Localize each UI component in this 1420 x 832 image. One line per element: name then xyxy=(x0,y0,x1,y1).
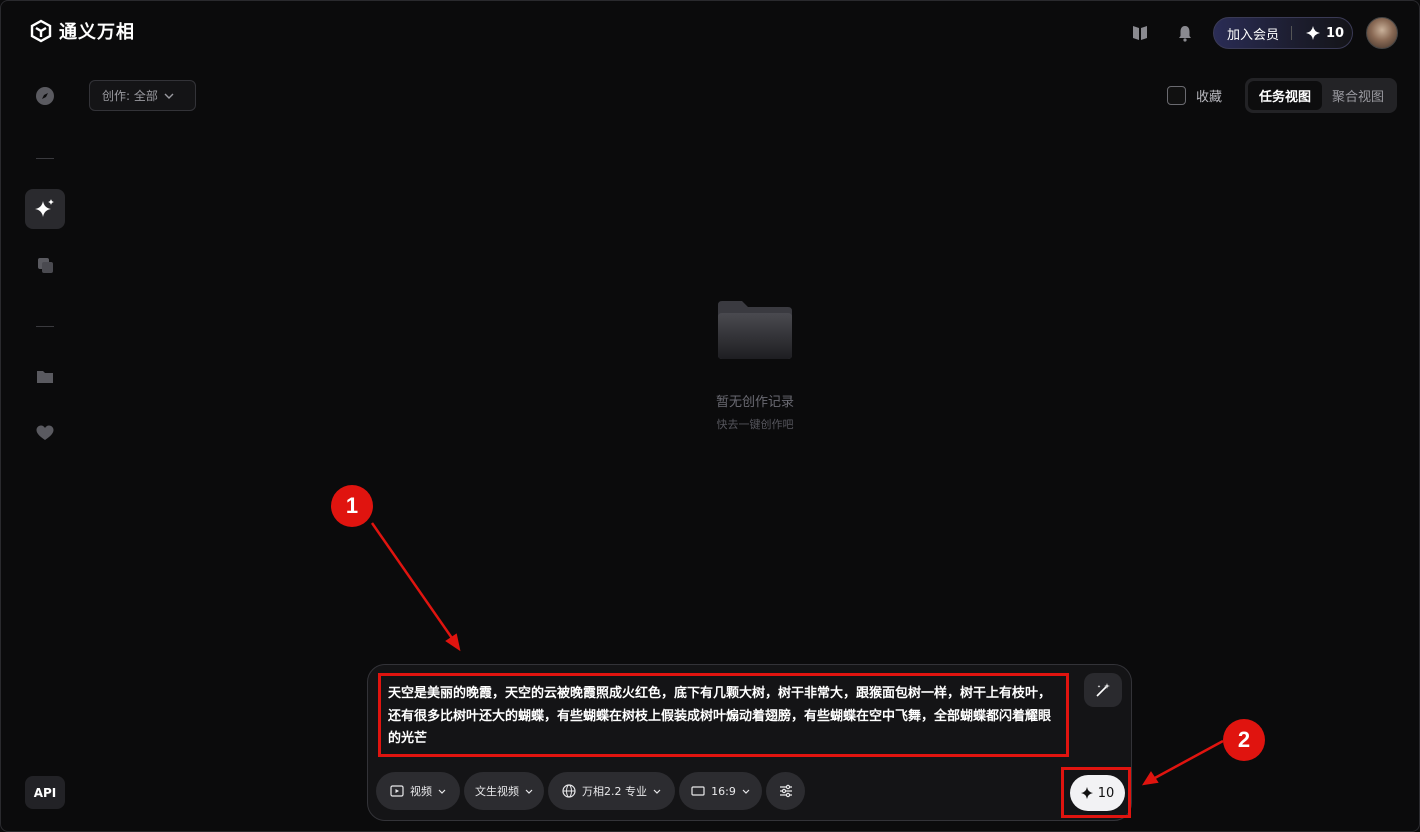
sidebar-item-folder[interactable] xyxy=(25,357,65,397)
annotation-badge-2: 2 xyxy=(1223,719,1265,761)
globe-icon xyxy=(562,784,576,798)
bell-icon[interactable] xyxy=(1175,23,1195,43)
compass-icon xyxy=(36,87,54,105)
chevron-down-icon xyxy=(164,93,174,99)
generate-credits: 10 xyxy=(1097,785,1115,801)
favorite-toggle[interactable]: 收藏 xyxy=(1167,86,1222,105)
sparkle-icon xyxy=(35,199,54,217)
video-icon xyxy=(390,785,404,797)
media-type-label: 视频 xyxy=(410,785,432,798)
chevron-down-icon xyxy=(525,789,533,794)
favorite-label: 收藏 xyxy=(1196,90,1223,105)
top-bar: 通义万相 加入会员 10 xyxy=(1,1,1419,65)
avatar[interactable] xyxy=(1366,17,1398,49)
api-button[interactable]: API xyxy=(25,776,65,809)
book-icon[interactable] xyxy=(1131,23,1151,43)
media-type-select[interactable]: 视频 xyxy=(376,772,460,810)
chevron-down-icon xyxy=(742,789,750,794)
sidebar-divider xyxy=(36,326,54,327)
favorite-checkbox[interactable] xyxy=(1167,86,1186,105)
empty-title: 暂无创作记录 xyxy=(715,395,794,410)
view-switch: 任务视图 聚合视图 xyxy=(1245,78,1397,113)
member-pill[interactable]: 加入会员 10 xyxy=(1213,17,1353,49)
logo[interactable]: 通义万相 xyxy=(29,18,135,44)
model-select[interactable]: 万相2.2 专业 xyxy=(548,772,675,810)
star-icon xyxy=(1306,26,1320,40)
tab-aggregate-view[interactable]: 聚合视图 xyxy=(1322,81,1394,110)
model-label: 万相2.2 专业 xyxy=(582,785,647,798)
mode-label: 文生视频 xyxy=(475,785,519,798)
generate-highlight: 10 xyxy=(1061,767,1131,818)
create-filter-label: 创作: 全部 xyxy=(102,89,158,103)
annotation-badge-1: 1 xyxy=(331,485,373,527)
star-icon xyxy=(1080,787,1093,799)
credits-balance[interactable]: 10 xyxy=(1292,26,1344,41)
mode-select[interactable]: 文生视频 xyxy=(464,772,544,810)
sidebar-item-gallery[interactable] xyxy=(25,245,65,285)
join-member-button[interactable]: 加入会员 xyxy=(1214,24,1291,43)
empty-subtitle: 快去一键创作吧 xyxy=(716,418,794,431)
aspect-ratio-icon xyxy=(691,786,705,796)
generate-button[interactable]: 10 xyxy=(1070,775,1125,811)
empty-state: 暂无创作记录 快去一键创作吧 xyxy=(655,297,855,432)
app-window: 通义万相 加入会员 10 API 创作: 全部 收藏 任务视图 聚合视图 暂无创… xyxy=(0,0,1420,832)
chevron-down-icon xyxy=(438,789,446,794)
layers-icon xyxy=(38,258,53,273)
sidebar-item-likes[interactable] xyxy=(25,413,65,453)
credits-value: 10 xyxy=(1326,25,1345,41)
prompt-enhance-button[interactable] xyxy=(1084,673,1122,707)
logo-text: 通义万相 xyxy=(59,22,135,43)
magic-wand-icon xyxy=(1096,683,1110,697)
logo-mark-icon xyxy=(30,19,52,43)
create-filter-dropdown[interactable]: 创作: 全部 xyxy=(89,80,196,111)
sidebar-item-explore[interactable] xyxy=(25,76,65,116)
prompt-composer: 天空是美丽的晚霞，天空的云被晚霞照成火红色，底下有几颗大树，树干非常大，跟猴面包… xyxy=(367,664,1132,821)
aspect-ratio-label: 16:9 xyxy=(711,784,736,798)
chevron-down-icon xyxy=(653,789,661,794)
folder-icon xyxy=(37,371,53,383)
sidebar-item-create[interactable] xyxy=(25,189,65,229)
tab-task-view[interactable]: 任务视图 xyxy=(1248,81,1322,110)
prompt-input[interactable]: 天空是美丽的晚霞，天空的云被晚霞照成火红色，底下有几颗大树，树干非常大，跟猴面包… xyxy=(378,673,1069,757)
heart-icon xyxy=(36,425,54,440)
sidebar-divider xyxy=(36,158,54,159)
aspect-ratio-select[interactable]: 16:9 xyxy=(679,772,762,810)
empty-folder-icon xyxy=(718,301,792,359)
advanced-settings-button[interactable] xyxy=(766,772,805,810)
sliders-icon xyxy=(779,784,792,798)
